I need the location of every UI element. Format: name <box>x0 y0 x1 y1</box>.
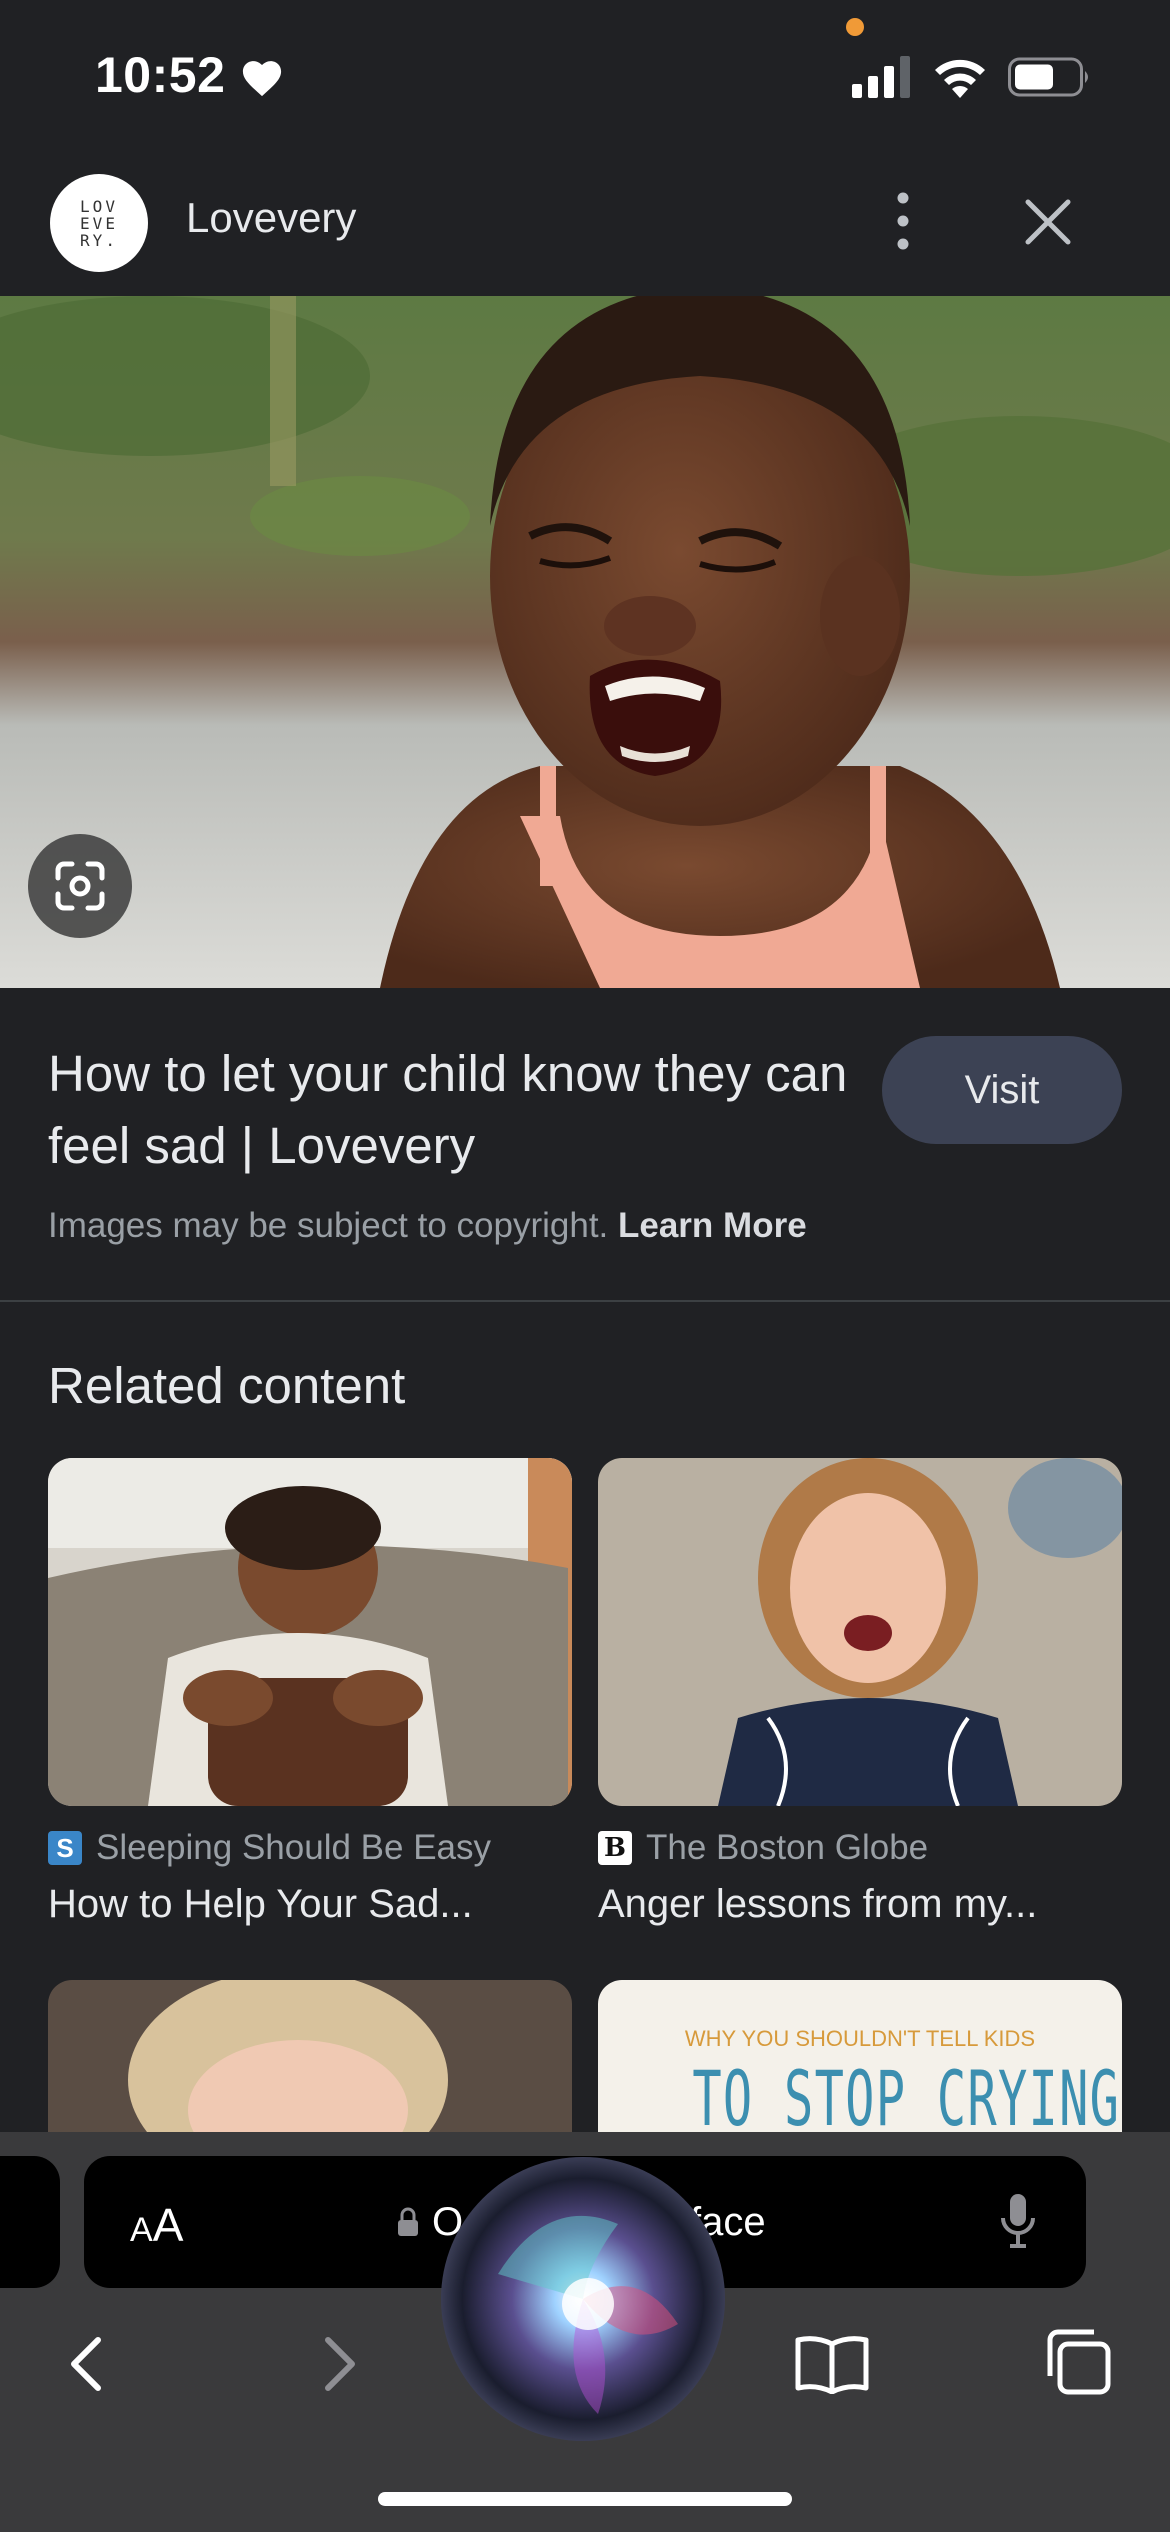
crying-child-photo <box>0 296 1170 988</box>
related-card-thumbnail[interactable] <box>598 1458 1122 1806</box>
related-card-source-name: The Boston Globe <box>646 1828 929 1867</box>
status-time: 10:52 <box>95 47 226 103</box>
related-card[interactable]: B The Boston Globe Anger lessons from my… <box>598 1458 1122 1927</box>
related-card-thumbnail[interactable] <box>48 1980 572 2140</box>
source-name[interactable]: Lovevery <box>186 194 356 242</box>
bookmarks-icon[interactable] <box>794 2334 870 2394</box>
related-card-thumbnail[interactable]: WHY YOU SHOULDN'T TELL KIDS TO STOP CRYI… <box>598 1980 1122 2140</box>
google-lens-button[interactable] <box>28 834 132 938</box>
main-result-image[interactable] <box>0 296 1170 988</box>
related-card-thumbnail[interactable] <box>48 1458 572 1806</box>
result-title[interactable]: How to let your child know they can feel… <box>48 1038 878 1182</box>
privacy-indicator-dot <box>846 18 864 36</box>
related-card[interactable]: S Sleeping Should Be Easy How to Help Yo… <box>48 1458 572 1927</box>
related-card-source: B The Boston Globe <box>598 1828 1122 1868</box>
lock-icon <box>398 2207 418 2236</box>
related-card-source: S Sleeping Should Be Easy <box>48 1828 572 1868</box>
copyright-notice: Images may be subject to copyright. Lear… <box>48 1206 807 1246</box>
result-header: LOV EVE RY. Lovevery <box>0 150 1170 296</box>
related-card-title[interactable]: How to Help Your Sad... <box>48 1882 572 1927</box>
lens-icon <box>55 861 105 911</box>
sad-boy-photo <box>48 1458 572 1806</box>
source-favicon-icon: S <box>48 1831 82 1865</box>
wifi-icon <box>935 59 985 98</box>
siri-orb-icon <box>441 2157 725 2441</box>
divider <box>0 1300 1170 1302</box>
microphone-icon[interactable] <box>998 2190 1038 2252</box>
source-logo[interactable]: LOV EVE RY. <box>50 174 148 272</box>
related-card-source-name: Sleeping Should Be Easy <box>96 1828 491 1867</box>
cellular-signal-icon <box>852 56 910 98</box>
status-bar: 10:52 <box>0 0 1170 150</box>
related-content-heading: Related content <box>48 1357 406 1414</box>
previous-tab[interactable] <box>0 2156 60 2288</box>
battery-icon <box>1008 57 1088 97</box>
source-favicon-icon: B <box>598 1831 632 1865</box>
heart-icon <box>242 61 282 97</box>
related-card-title[interactable]: Anger lessons from my... <box>598 1882 1122 1927</box>
thumbnail-headline: TO STOP CRYING <box>692 2054 1121 2140</box>
close-icon[interactable] <box>1018 192 1078 252</box>
forward-icon[interactable] <box>318 2334 362 2394</box>
tabs-icon[interactable] <box>1042 2326 1114 2398</box>
source-logo-text: LOV EVE RY. <box>80 196 118 250</box>
aa-large: A <box>152 2199 184 2251</box>
home-indicator[interactable] <box>378 2492 792 2506</box>
back-icon[interactable] <box>64 2334 108 2394</box>
more-options-icon[interactable] <box>880 186 926 256</box>
thumbnail-caption: WHY YOU SHOULDN'T TELL KIDS <box>684 2026 1036 2051</box>
crying-girl-photo <box>598 1458 1122 1806</box>
copyright-text: Images may be subject to copyright. <box>48 1206 618 1245</box>
visit-button[interactable]: Visit <box>882 1036 1122 1144</box>
reader-aa-button[interactable]: AA <box>130 2198 183 2252</box>
learn-more-link[interactable]: Learn More <box>618 1206 807 1245</box>
crying-toddler-photo <box>48 1980 572 2140</box>
aa-small: A <box>130 2211 153 2249</box>
